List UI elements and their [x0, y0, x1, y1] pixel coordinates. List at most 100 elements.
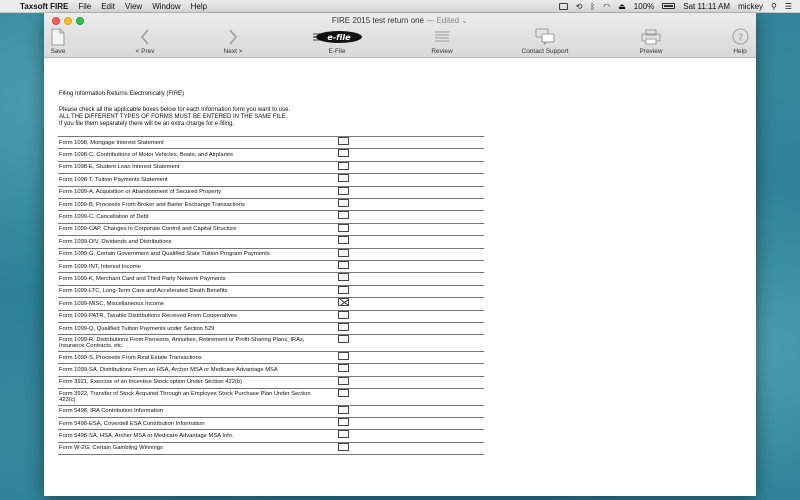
form-label: Form 1099-B, Proceeds From Broker and Ba… — [59, 201, 245, 208]
main-window: FIRE 2015 test return one — Edited ⌄ Sav… — [44, 13, 756, 496]
form-checkbox[interactable] — [338, 174, 349, 183]
form-checkbox[interactable] — [338, 137, 349, 145]
app-menu[interactable]: Taxsoft FIRE — [20, 2, 68, 11]
prev-button[interactable]: < Prev — [115, 27, 175, 55]
chevron-left-icon — [115, 27, 175, 46]
efile-logo-text: e-file — [327, 32, 351, 41]
form-row: Form 1099-INT, Interest Income — [58, 261, 484, 274]
form-label: Form W-2G, Certain Gambling Winnings — [59, 445, 163, 452]
time-machine-icon[interactable]: ⟲ — [576, 2, 583, 11]
form-checkbox[interactable] — [338, 223, 349, 232]
form-checkbox[interactable] — [338, 364, 349, 373]
form-checkbox[interactable] — [338, 351, 349, 360]
menu-file[interactable]: File — [78, 2, 91, 11]
review-button[interactable]: Review — [412, 27, 472, 55]
menu-window[interactable]: Window — [152, 2, 180, 11]
status-area: ⟲ ᛒ ◠ ⏏ 100% Sat 11:11 AM mickey ⚲ ☰ — [551, 2, 800, 11]
form-row: Form 1099-Q, Qualified Tuition Payments … — [58, 323, 484, 336]
efile-button[interactable]: e-file E-File — [307, 27, 367, 55]
form-row: Form 3922, Transfer of Stock Acquired Th… — [58, 389, 484, 406]
menu-help[interactable]: Help — [191, 2, 207, 11]
form-checkbox[interactable] — [338, 186, 349, 195]
form-checkbox[interactable] — [338, 389, 349, 398]
form-label: Form 1099-K, Merchant Card and Third Par… — [59, 276, 226, 283]
form-label: Form 1099-CAP, Changes in Corporate Cont… — [59, 226, 237, 233]
save-icon — [28, 27, 88, 46]
form-label: Form 1099-A, Acquisition or Abandonment … — [59, 189, 222, 196]
menu-edit[interactable]: Edit — [101, 2, 115, 11]
battery-icon[interactable] — [662, 3, 676, 9]
form-checkbox[interactable] — [338, 199, 349, 207]
form-checkbox[interactable] — [338, 273, 349, 282]
form-row: Form 1099-SA, Distributions From an HSA,… — [58, 364, 484, 377]
form-row: Form 1099-C, Cancellation of Debt — [58, 211, 484, 224]
clock[interactable]: Sat 11:11 AM — [683, 2, 730, 11]
chat-bubbles-icon — [515, 27, 575, 46]
help-button[interactable]: ? Help — [710, 27, 770, 55]
preview-button[interactable]: Preview — [621, 27, 681, 55]
form-checkbox[interactable] — [338, 376, 349, 385]
form-label: Form 5498, IRA Contribution Information — [59, 408, 164, 415]
form-label: Form 1099-R, Distributions From Pensions… — [59, 337, 305, 350]
form-label: Form 3921, Exercise of an Incentive Stoc… — [59, 379, 243, 386]
contact-support-label: Contact Support — [521, 48, 569, 55]
document-area: Filing Information Returns Electronicall… — [44, 59, 756, 496]
next-label: Next > — [223, 48, 243, 55]
save-button[interactable]: Save — [28, 27, 88, 55]
form-checkbox[interactable] — [338, 430, 349, 439]
form-checkbox[interactable] — [338, 161, 349, 170]
notification-center-icon[interactable]: ☰ — [785, 2, 792, 11]
list-icon — [412, 27, 472, 46]
form-checkbox[interactable] — [338, 261, 349, 269]
save-label: Save — [50, 48, 66, 55]
battery-percent[interactable]: 100% — [634, 2, 654, 11]
form-label: Form 1098-T, Tuition Payments Statement — [59, 176, 168, 183]
form-row: Form 1099-G, Certain Government and Qual… — [58, 248, 484, 261]
form-label: Form 5498-SA, HSA, Archer MSA or Medicar… — [59, 433, 234, 440]
page-title: Filing Information Returns Electronicall… — [59, 91, 185, 97]
efile-label: E-File — [328, 48, 346, 55]
form-row: Form 1098, Mortgage Interest Statement — [58, 137, 484, 150]
contact-support-button[interactable]: Contact Support — [515, 27, 575, 55]
form-row: Form 1099-S, Proceeds From Real Estate T… — [58, 351, 484, 365]
menu-view[interactable]: View — [125, 2, 142, 11]
form-label: Form 1099-PATR, Taxable Distributions Re… — [59, 313, 237, 320]
form-row: Form 1099-R, Distributions From Pensions… — [58, 335, 484, 352]
svg-text:?: ? — [737, 33, 742, 44]
spotlight-icon[interactable]: ⚲ — [771, 2, 777, 11]
user-menu[interactable]: mickey — [738, 2, 763, 11]
form-row: Form 3921, Exercise of an Incentive Stoc… — [58, 376, 484, 390]
form-row: Form 1099-LTC, Long-Term Care and Accele… — [58, 285, 484, 299]
form-row: Form 1098-E, Student Loan Interest State… — [58, 161, 484, 175]
prev-label: < Prev — [135, 48, 155, 55]
airplay-icon[interactable] — [558, 2, 568, 10]
next-button[interactable]: Next > — [203, 27, 263, 55]
form-label: Form 1099-S, Proceeds From Real Estate T… — [59, 354, 202, 361]
form-checkbox[interactable] — [338, 149, 349, 158]
form-checkbox[interactable] — [338, 335, 349, 344]
form-checkbox[interactable] — [338, 323, 349, 331]
form-row: Form 5498-ESA, Coverdell ESA Contributio… — [58, 418, 484, 431]
form-label: Form 1098-C, Contributions of Motor Vehi… — [59, 152, 233, 159]
form-label: Form 1099-LTC, Long-Term Care and Accele… — [59, 288, 228, 295]
form-checkbox[interactable] — [338, 211, 349, 220]
form-checkbox[interactable] — [338, 298, 349, 307]
form-checkbox[interactable] — [338, 248, 349, 257]
form-checkbox[interactable] — [338, 236, 349, 245]
form-row: Form 1099-CAP, Changes in Corporate Cont… — [58, 223, 484, 237]
wifi-icon[interactable]: ◠ — [603, 2, 610, 11]
window-title: FIRE 2015 test return one — Edited ⌄ — [44, 16, 756, 25]
form-checkbox[interactable] — [338, 285, 349, 294]
form-label: Form 5498-ESA, Coverdell ESA Contributio… — [59, 420, 205, 427]
form-row: Form 1099-K, Merchant Card and Third Par… — [58, 273, 484, 286]
form-checkbox[interactable] — [338, 442, 349, 451]
edited-indicator[interactable]: — Edited ⌄ — [426, 16, 468, 25]
form-row: Form 1098-C, Contributions of Motor Vehi… — [58, 149, 484, 162]
eject-icon[interactable]: ⏏ — [618, 2, 626, 11]
form-label: Form 1098, Mortgage Interest Statement — [59, 139, 164, 146]
form-checkbox[interactable] — [338, 405, 349, 414]
bluetooth-icon[interactable]: ᛒ — [590, 2, 595, 11]
form-checkbox[interactable] — [338, 310, 349, 319]
form-label: Form 1099-INT, Interest Income — [59, 263, 141, 270]
form-checkbox[interactable] — [338, 418, 349, 426]
